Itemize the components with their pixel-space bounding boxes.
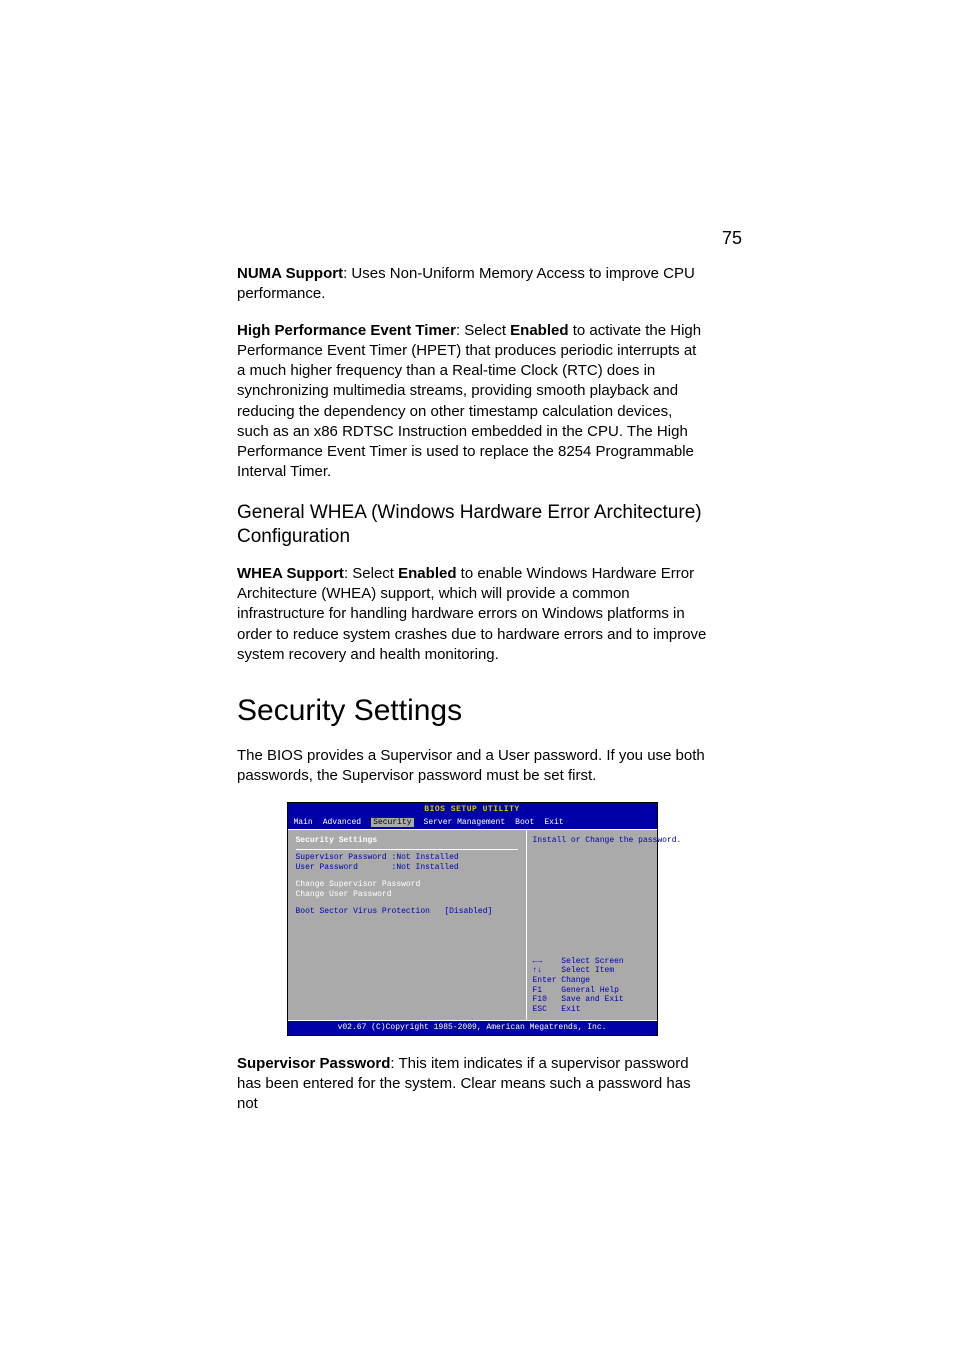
bios-footer: v02.67 (C)Copyright 1985-2009, American … [288, 1021, 657, 1035]
bios-title: BIOS SETUP UTILITY [288, 803, 657, 817]
bios-tab-security: Security [371, 818, 413, 828]
text: to activate the High Performance Event T… [237, 322, 701, 481]
bios-body: Security Settings Supervisor Password :N… [288, 829, 657, 1021]
heading-whea-config: General WHEA (Windows Hardware Error Arc… [237, 501, 707, 550]
bios-tab-exit: Exit [544, 818, 563, 828]
bios-help-f1: F1 General Help [533, 986, 651, 996]
bios-change-user-password: Change User Password [296, 890, 518, 900]
bios-help-select-screen: ←→ Select Screen [533, 957, 651, 967]
bios-tab-boot: Boot [515, 818, 534, 828]
bios-boot-sector-virus-protection: Boot Sector Virus Protection [Disabled] [296, 907, 518, 917]
bios-left-panel: Security Settings Supervisor Password :N… [288, 830, 527, 1020]
term-hpet: High Performance Event Timer [237, 322, 456, 339]
document-page: 75 NUMA Support: Uses Non-Uniform Memory… [0, 0, 954, 1350]
bios-tab-main: Main [294, 818, 313, 828]
bios-change-supervisor-password: Change Supervisor Password [296, 880, 518, 890]
heading-security-settings: Security Settings [237, 691, 707, 732]
bios-help-top: Install or Change the password. [533, 836, 651, 846]
bios-tab-advanced: Advanced [323, 818, 361, 828]
term-supervisor-password: Supervisor Password [237, 1055, 390, 1072]
paragraph-numa: NUMA Support: Uses Non-Uniform Memory Ac… [237, 264, 707, 305]
bios-panel-heading: Security Settings [296, 836, 518, 850]
bios-tab-bar: Main Advanced Security Server Management… [288, 817, 657, 830]
text: : Select [456, 322, 510, 339]
term-numa: NUMA Support [237, 265, 343, 282]
paragraph-hpet: High Performance Event Timer: Select Ena… [237, 321, 707, 483]
paragraph-whea: WHEA Support: Select Enabled to enable W… [237, 564, 707, 665]
text: : Select [344, 565, 398, 582]
spacer [296, 899, 518, 907]
page-number: 75 [722, 228, 742, 249]
term-enabled: Enabled [398, 565, 456, 582]
paragraph-intro: The BIOS provides a Supervisor and a Use… [237, 746, 707, 787]
bios-help-esc: ESC Exit [533, 1005, 651, 1015]
bios-help-f10: F10 Save and Exit [533, 995, 651, 1005]
paragraph-supervisor-password: Supervisor Password: This item indicates… [237, 1054, 707, 1115]
spacer [296, 872, 518, 880]
bios-screenshot: BIOS SETUP UTILITY Main Advanced Securit… [287, 802, 658, 1036]
bios-supervisor-password-status: Supervisor Password :Not Installed [296, 853, 518, 863]
term-whea: WHEA Support [237, 565, 344, 582]
term-enabled: Enabled [510, 322, 568, 339]
bios-tab-server-management: Server Management [424, 818, 506, 828]
bios-user-password-status: User Password :Not Installed [296, 863, 518, 873]
bios-right-panel: Install or Change the password. ←→ Selec… [527, 830, 657, 1020]
bios-help-enter: Enter Change [533, 976, 651, 986]
page-content: NUMA Support: Uses Non-Uniform Memory Ac… [237, 264, 707, 1115]
bios-key-help: ←→ Select Screen ↑↓ Select Item Enter Ch… [533, 957, 651, 1015]
bios-help-select-item: ↑↓ Select Item [533, 966, 651, 976]
